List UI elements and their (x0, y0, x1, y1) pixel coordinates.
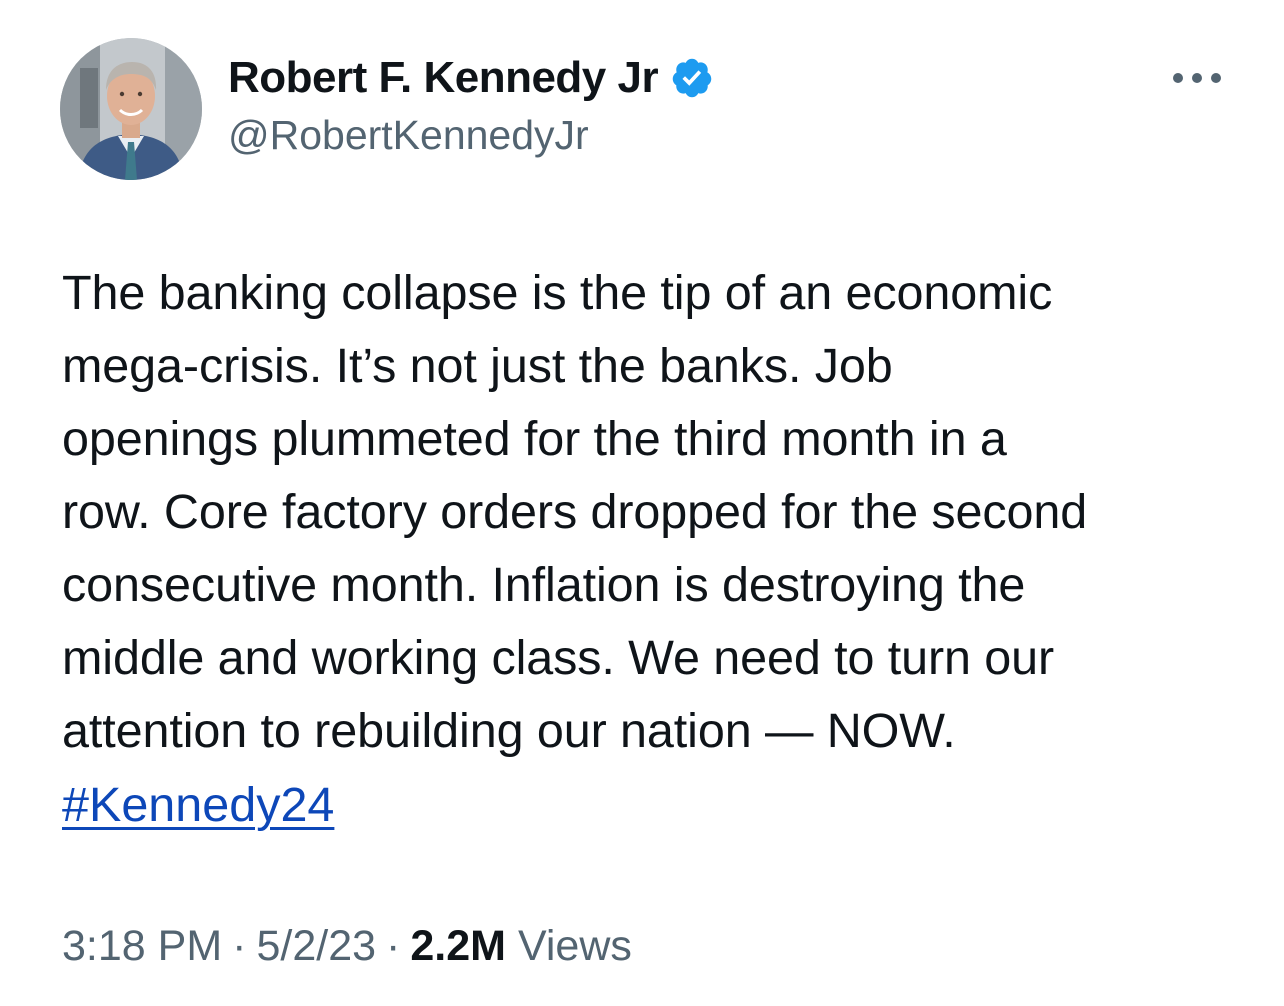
tweet-metadata: 3:18 PM · 5/2/23 · 2.2M Views (62, 922, 632, 971)
views-label: Views (517, 922, 632, 970)
meta-separator: · (386, 922, 401, 970)
meta-separator: · (232, 922, 247, 970)
more-horizontal-icon (1173, 73, 1221, 83)
more-options-button[interactable] (1168, 58, 1226, 98)
tweet-time[interactable]: 3:18 PM (62, 922, 222, 971)
tweet: Robert F. Kennedy Jr @RobertKennedyJr Th… (0, 0, 1284, 1006)
tweet-date[interactable]: 5/2/23 (256, 922, 376, 971)
hashtag-link[interactable]: #Kennedy24 (62, 769, 334, 842)
verified-badge-icon (672, 58, 712, 98)
author-name-row: Robert F. Kennedy Jr (228, 52, 714, 104)
avatar-image (60, 38, 202, 180)
views-count[interactable]: 2.2M (410, 922, 506, 971)
author-handle[interactable]: @RobertKennedyJr (228, 112, 589, 159)
avatar[interactable] (60, 38, 202, 180)
tweet-text: The banking collapse is the tip of an ec… (62, 266, 1088, 758)
author-name[interactable]: Robert F. Kennedy Jr (228, 53, 659, 103)
